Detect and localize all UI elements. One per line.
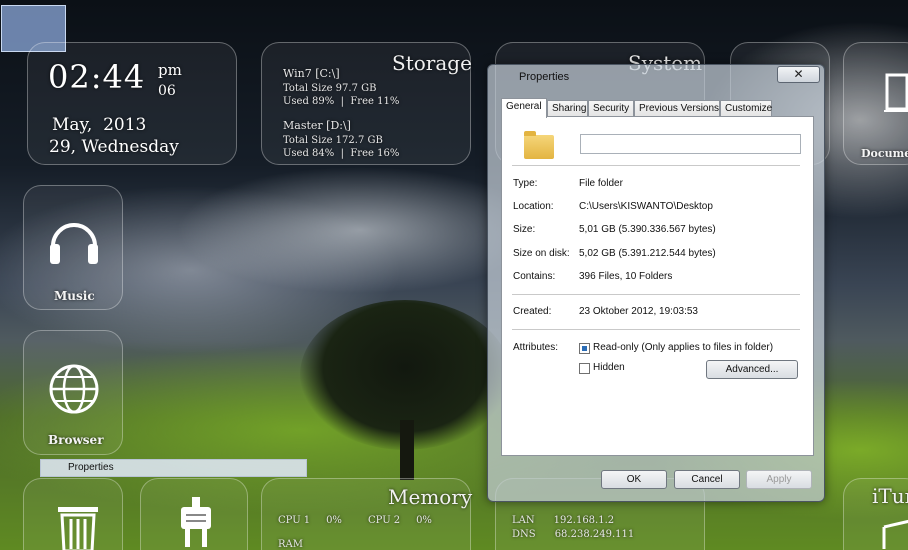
readonly-label: Read-only (Only applies to files in fold… (593, 342, 774, 353)
drive1-name: Win7 [C:\] (283, 67, 340, 80)
size-on-disk-label: Size on disk: (513, 248, 570, 259)
clock-day: 29, Wednesday (49, 137, 179, 157)
ok-button[interactable]: OK (601, 470, 667, 489)
separator (512, 294, 800, 295)
advanced-button[interactable]: Advanced... (706, 360, 798, 379)
drive1-usage: Used 89% | Free 11% (283, 96, 400, 107)
tab-sharing[interactable]: Sharing (547, 100, 588, 117)
browser-tile[interactable]: Browser (23, 330, 123, 455)
wallpaper-tree-trunk (400, 420, 414, 480)
music-note-icon (882, 519, 908, 549)
music-tile[interactable]: Music (23, 185, 123, 310)
close-icon: ✕ (793, 67, 804, 81)
clock-month-year: May, 2013 (52, 115, 147, 135)
dns-address: DNS 68.238.249.111 (512, 529, 635, 540)
recycle-bin-tile[interactable] (23, 478, 123, 550)
ram-label: RAM (278, 539, 303, 550)
clock-time: 02:44 (48, 58, 146, 96)
separator (512, 165, 800, 166)
created-label: Created: (513, 306, 552, 317)
apply-button[interactable]: Apply (746, 470, 812, 489)
itunes-tile[interactable]: iTur (843, 478, 908, 550)
drive1-size: Total Size 97.7 GB (283, 83, 377, 94)
browser-label: Browser (48, 433, 104, 447)
cpu1-usage: CPU 1 0% (278, 515, 342, 526)
cpu2-usage: CPU 2 0% (368, 515, 432, 526)
context-menu-properties-item[interactable]: Properties (40, 459, 307, 477)
dialog-title: Properties (519, 71, 570, 83)
globe-icon (49, 364, 99, 414)
close-button[interactable]: ✕ (777, 66, 820, 83)
tab-customize[interactable]: Customize (720, 100, 772, 117)
trash-icon (58, 507, 98, 550)
general-panel: Type: File folder Location: C:\Users\KIS… (501, 116, 814, 456)
readonly-checkbox[interactable] (579, 343, 590, 354)
clock-ampm: pm (158, 61, 182, 79)
power-plug-tile[interactable] (140, 478, 248, 550)
size-on-disk-value: 5,02 GB (5.391.212.544 bytes) (579, 248, 716, 259)
separator (512, 329, 800, 330)
size-label: Size: (513, 224, 536, 235)
tab-previous-versions[interactable]: Previous Versions (634, 100, 720, 117)
contains-label: Contains: (513, 271, 556, 282)
folder-icon (524, 131, 554, 159)
itunes-label: iTur (872, 484, 908, 508)
clock-widget: 02:44 pm 06 May, 2013 29, Wednesday (27, 42, 237, 165)
documents-tile[interactable]: Docume (843, 42, 908, 165)
properties-dialog: Properties ✕ General Sharing Security Pr… (487, 64, 825, 502)
storage-widget: Storage Win7 [C:\] Total Size 97.7 GB Us… (261, 42, 472, 165)
clock-seconds: 06 (158, 83, 176, 99)
location-value: C:\Users\KISWANTO\Desktop (579, 201, 713, 212)
tab-security[interactable]: Security (588, 100, 634, 117)
type-label: Type: (513, 178, 538, 189)
plug-icon (181, 497, 211, 547)
hidden-checkbox[interactable] (579, 363, 590, 374)
cancel-button[interactable]: Cancel (674, 470, 740, 489)
attributes-label: Attributes: (513, 342, 559, 353)
memory-title: Memory (388, 485, 473, 509)
drive2-usage: Used 84% | Free 16% (283, 148, 400, 159)
type-value: File folder (579, 178, 623, 189)
document-icon (884, 73, 908, 112)
tab-general[interactable]: General (501, 98, 547, 118)
drive2-name: Master [D:\] (283, 119, 351, 132)
hidden-label: Hidden (593, 362, 625, 373)
storage-title: Storage (392, 51, 472, 75)
drive2-size: Total Size 172.7 GB (283, 135, 383, 146)
music-label: Music (54, 289, 95, 303)
contains-value: 396 Files, 10 Folders (579, 271, 673, 282)
created-value: 23 Oktober 2012, 19:03:53 (579, 306, 698, 317)
documents-label: Docume (861, 147, 908, 160)
lan-address: LAN 192.168.1.2 (512, 515, 615, 526)
folder-name-input[interactable] (580, 134, 801, 154)
location-label: Location: (513, 201, 554, 212)
headphones-icon (50, 223, 98, 264)
size-value: 5,01 GB (5.390.336.567 bytes) (579, 224, 716, 235)
memory-widget: Memory CPU 1 0% CPU 2 0% RAM (261, 478, 473, 550)
